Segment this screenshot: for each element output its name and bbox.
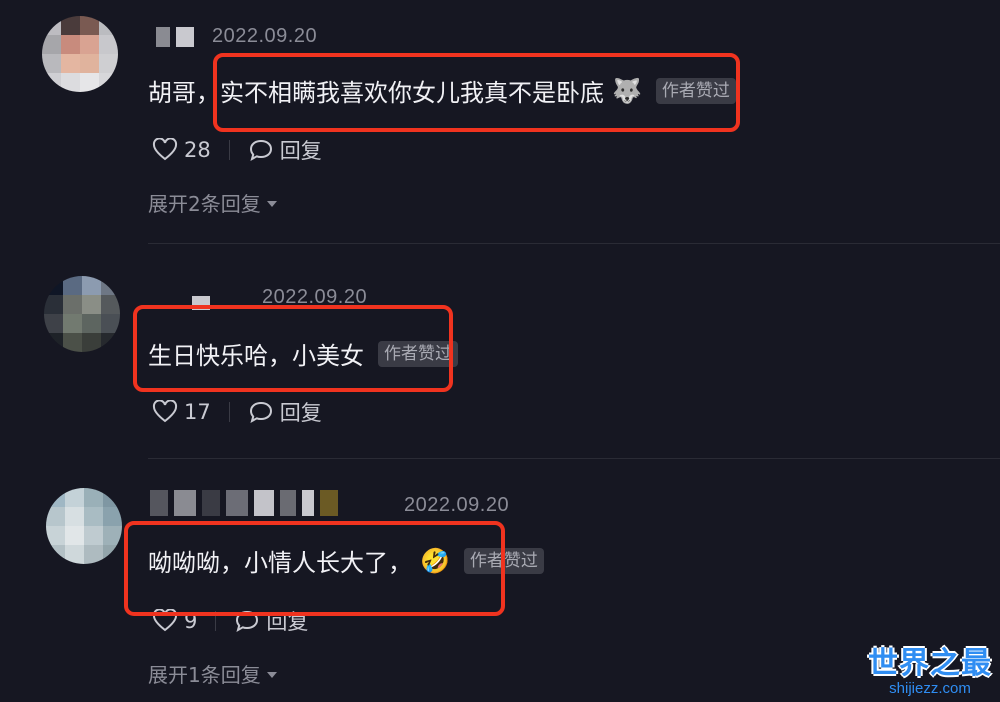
comment-date: 2022.09.20 <box>212 25 318 47</box>
avatar[interactable] <box>44 276 120 352</box>
reply-button[interactable]: 回复 <box>248 397 322 427</box>
like-button[interactable]: 17 <box>152 400 211 424</box>
separator <box>148 458 1000 459</box>
divider <box>228 140 230 160</box>
heart-icon <box>152 138 178 162</box>
watermark-url: shijiezz.com <box>889 680 971 697</box>
reply-button[interactable]: 回复 <box>248 135 322 165</box>
site-watermark: 世界之最 shijiezz.com <box>868 648 992 698</box>
highlight-box <box>133 305 453 392</box>
caret-down-icon <box>266 200 277 207</box>
highlight-box <box>124 521 505 616</box>
avatar[interactable] <box>42 16 118 92</box>
watermark-title: 世界之最 <box>868 646 992 681</box>
like-button[interactable]: 28 <box>152 138 211 162</box>
speech-bubble-icon <box>248 138 274 162</box>
highlight-box <box>213 53 740 132</box>
separator <box>148 243 1000 244</box>
reply-label: 回复 <box>279 401 322 425</box>
comment-actions: 17 回复 <box>152 397 322 427</box>
reply-label: 回复 <box>279 139 322 163</box>
heart-icon <box>152 400 178 424</box>
expand-replies-button[interactable]: 展开1条回复 <box>148 659 277 688</box>
expand-replies-label: 展开2条回复 <box>148 192 261 216</box>
expand-replies-label: 展开1条回复 <box>148 663 261 687</box>
like-count: 28 <box>184 138 211 162</box>
like-count: 17 <box>184 400 211 424</box>
username-blurred[interactable] <box>150 490 338 516</box>
comment-date: 2022.09.20 <box>404 494 510 516</box>
username-blurred[interactable] <box>156 27 194 47</box>
divider <box>228 402 230 422</box>
avatar[interactable] <box>46 488 122 564</box>
expand-replies-button[interactable]: 展开2条回复 <box>148 188 277 217</box>
caret-down-icon <box>266 671 277 678</box>
comment-actions: 28 回复 <box>152 135 322 165</box>
speech-bubble-icon <box>248 400 274 424</box>
